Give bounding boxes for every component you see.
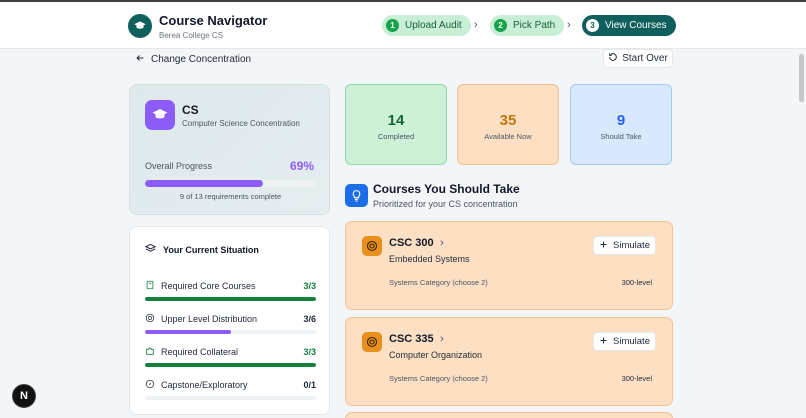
course-level: 300-level <box>621 374 652 383</box>
stat-number: 9 <box>616 112 626 129</box>
change-concentration-link[interactable]: Change Concentration <box>135 53 251 66</box>
lightbulb-icon <box>345 184 368 207</box>
requirement-progress-fill <box>145 330 231 334</box>
step-pick-path[interactable]: 2 Pick Path <box>490 15 565 36</box>
requirement-required-core: Required Core Courses 3/3 <box>145 280 316 301</box>
requirements-complete-note: 9 of 13 requirements complete <box>179 192 282 201</box>
chevron-right-icon[interactable]: › <box>440 333 444 345</box>
stat-number: 35 <box>499 112 517 129</box>
requirement-label: Upper Level Distribution <box>161 314 258 324</box>
compass-icon <box>145 379 155 391</box>
concentration-name: Computer Science Concentration <box>182 119 300 128</box>
simulate-button[interactable]: Simulate <box>593 332 656 351</box>
section-title: Courses You Should Take <box>373 182 520 196</box>
stat-available-now: 35 Available Now <box>457 84 559 165</box>
target-icon <box>362 236 382 256</box>
graduation-cap-icon <box>145 100 175 130</box>
stat-should-take: 9 Should Take <box>570 84 672 165</box>
step-upload-audit[interactable]: 1 Upload Audit <box>382 15 471 36</box>
requirement-label: Capstone/Exploratory <box>161 380 248 390</box>
graduation-cap-icon <box>128 14 152 38</box>
step-label: Pick Path <box>513 20 556 31</box>
target-icon <box>145 313 155 325</box>
simulate-label: Simulate <box>613 240 650 251</box>
requirement-progress-bar <box>145 330 316 334</box>
course-card-next[interactable] <box>345 412 673 418</box>
course-category: Systems Category (choose 2) <box>389 278 488 287</box>
overall-progress-label: Overall Progress <box>145 161 213 171</box>
requirement-value: 3/3 <box>303 347 316 357</box>
requirement-progress-bar <box>145 396 316 400</box>
step-number: 2 <box>494 19 507 32</box>
course-card-csc335[interactable]: CSC 335 › Computer Organization Systems … <box>345 317 673 406</box>
current-situation-title: Your Current Situation <box>163 244 259 255</box>
course-level: 300-level <box>621 278 652 287</box>
current-situation-header: Your Current Situation <box>144 243 259 256</box>
chevron-right-icon: › <box>567 19 571 31</box>
app-subtitle: Berea College CS <box>159 31 224 40</box>
stat-number: 14 <box>387 112 405 129</box>
simulate-label: Simulate <box>613 336 650 347</box>
overall-progress-bar <box>145 180 316 187</box>
step-view-courses[interactable]: 3 View Courses <box>582 15 676 36</box>
stat-label: Completed <box>377 132 415 141</box>
step-label: View Courses <box>605 20 667 31</box>
course-code: CSC 300 <box>389 237 434 249</box>
requirement-capstone: Capstone/Exploratory 0/1 <box>145 379 316 400</box>
start-over-label: Start Over <box>622 53 668 64</box>
requirement-label: Required Core Courses <box>161 281 256 291</box>
overall-progress-percent: 69% <box>289 159 314 173</box>
arrow-left-icon <box>135 53 145 66</box>
dev-tools-button[interactable]: N <box>12 384 36 408</box>
current-situation-card: Your Current Situation Required Core Cou… <box>129 226 330 415</box>
app-title: Course Navigator <box>159 13 268 28</box>
page-scrollbar[interactable] <box>799 54 804 102</box>
requirement-progress-fill <box>145 363 316 367</box>
change-concentration-label: Change Concentration <box>151 54 252 65</box>
plus-icon <box>599 240 608 252</box>
app-header: Course Navigator Berea College CS 1 Uplo… <box>0 2 806 49</box>
requirement-upper-level: Upper Level Distribution 3/6 <box>145 313 316 334</box>
overall-progress-fill <box>145 180 263 187</box>
chevron-right-icon: › <box>474 19 478 31</box>
puzzle-icon <box>145 346 155 358</box>
course-name: Embedded Systems <box>389 254 470 264</box>
rotate-ccw-icon <box>608 52 618 65</box>
concentration-code: CS <box>182 103 199 117</box>
stat-completed: 14 Completed <box>345 84 447 165</box>
course-code: CSC 335 <box>389 333 434 345</box>
course-name: Computer Organization <box>389 350 483 360</box>
section-subtitle: Prioritized for your CS concentration <box>373 199 518 209</box>
step-number: 1 <box>386 19 399 32</box>
stat-label: Available Now <box>484 132 532 141</box>
requirement-value: 0/1 <box>303 380 316 390</box>
chevron-right-icon[interactable]: › <box>440 237 444 249</box>
plus-icon <box>599 336 608 348</box>
step-number: 3 <box>586 19 599 32</box>
course-category: Systems Category (choose 2) <box>389 374 488 383</box>
start-over-button[interactable]: Start Over <box>603 49 673 68</box>
target-icon <box>362 332 382 352</box>
stat-label: Should Take <box>600 132 642 141</box>
requirement-label: Required Collateral <box>161 347 239 357</box>
requirement-progress-fill <box>145 297 316 301</box>
course-card-csc300[interactable]: CSC 300 › Embedded Systems Systems Categ… <box>345 221 673 310</box>
requirement-value: 3/6 <box>303 314 316 324</box>
requirement-progress-bar <box>145 297 316 301</box>
layers-icon <box>144 243 157 256</box>
requirement-value: 3/3 <box>303 281 316 291</box>
concentration-card: CS Computer Science Concentration Overal… <box>129 84 330 215</box>
step-label: Upload Audit <box>405 20 462 31</box>
book-icon <box>145 280 155 292</box>
simulate-button[interactable]: Simulate <box>593 236 656 255</box>
requirement-progress-bar <box>145 363 316 367</box>
requirement-collateral: Required Collateral 3/3 <box>145 346 316 367</box>
